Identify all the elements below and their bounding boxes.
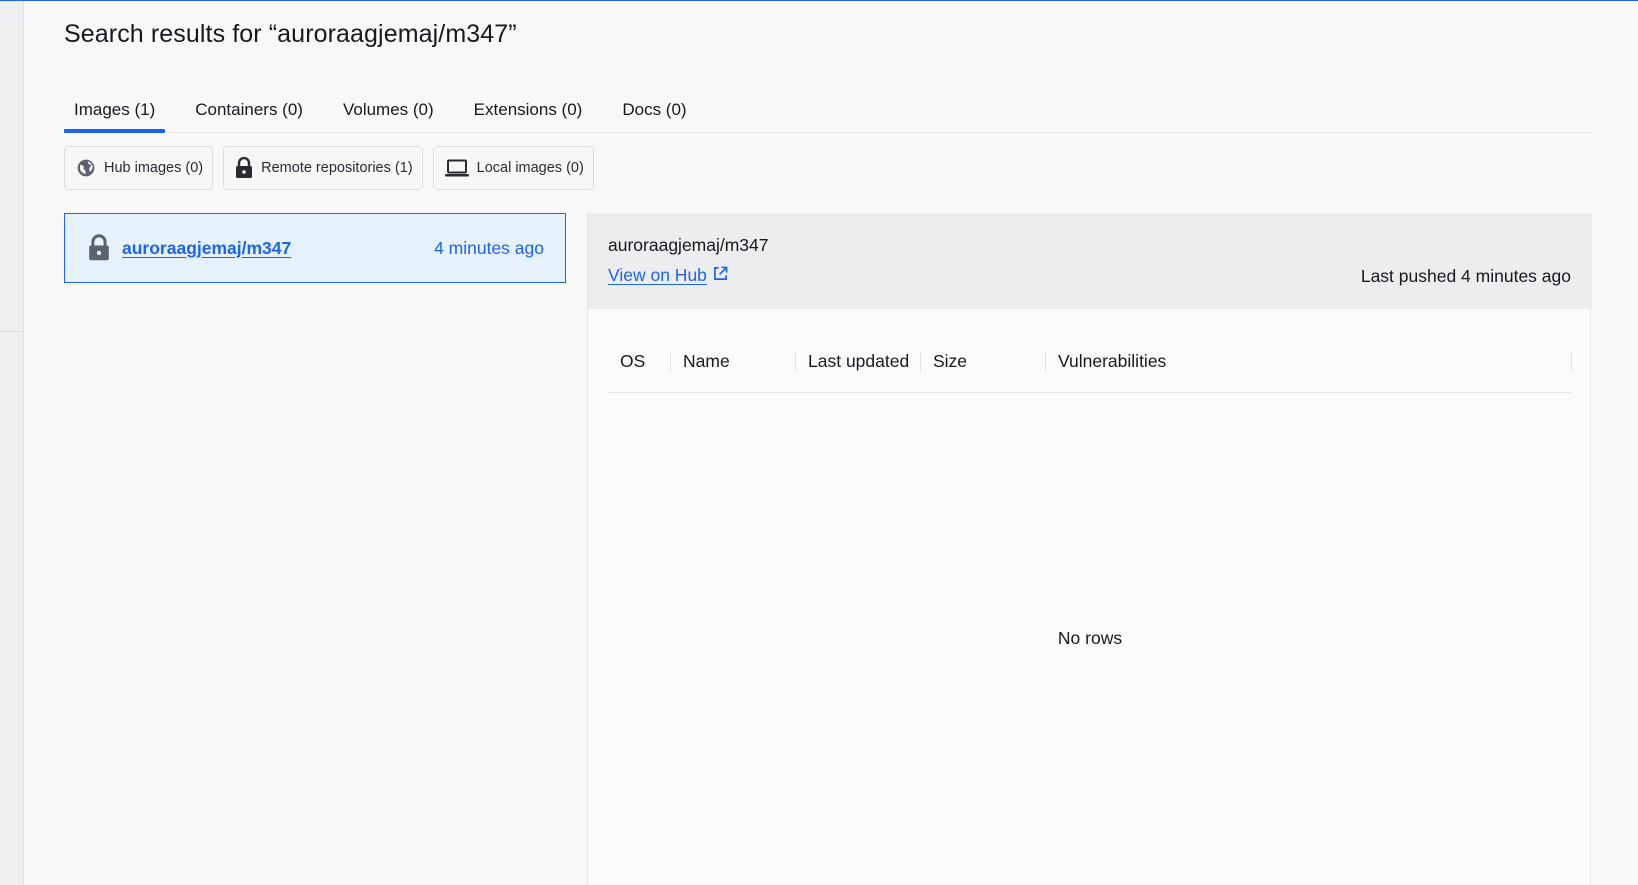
last-pushed-text: Last pushed 4 minutes ago <box>1360 266 1571 286</box>
page-title: Search results for “auroraagjemaj/m347” <box>64 20 517 48</box>
left-sidebar-rail <box>0 1 24 885</box>
empty-state-text: No rows <box>1057 628 1123 648</box>
local-images-filter-label: Local images (0) <box>476 160 584 176</box>
detail-repo-name: auroraagjemaj/m347 <box>608 235 769 255</box>
result-repo-link[interactable]: auroraagjemaj/m347 <box>122 238 291 259</box>
source-filters: Hub images (0) Remote repositories (1) L… <box>64 146 594 190</box>
globe-icon <box>76 158 96 178</box>
tags-table: OS Name Last updated Size Vulnerabilitie… <box>608 330 1572 885</box>
detail-header: auroraagjemaj/m347 View on Hub Last push… <box>588 213 1592 309</box>
tab-docs[interactable]: Docs (0) <box>612 92 696 132</box>
rail-divider <box>0 331 23 332</box>
remote-repositories-filter[interactable]: Remote repositories (1) <box>223 146 423 190</box>
lock-icon <box>235 157 253 179</box>
result-item[interactable]: auroraagjemaj/m347 4 minutes ago <box>64 213 566 283</box>
view-on-hub-label: View on Hub <box>608 265 707 285</box>
hub-images-filter[interactable]: Hub images (0) <box>64 146 214 190</box>
hub-images-filter-label: Hub images (0) <box>104 160 204 176</box>
tab-images[interactable]: Images (1) <box>64 92 166 133</box>
tab-volumes[interactable]: Volumes (0) <box>333 92 444 132</box>
top-accent-line <box>0 0 1638 1</box>
laptop-icon <box>444 159 469 177</box>
tab-containers[interactable]: Containers (0) <box>185 92 313 132</box>
empty-state: No rows <box>608 330 1572 885</box>
result-timestamp: 4 minutes ago <box>434 237 544 258</box>
repository-detail-panel: auroraagjemaj/m347 View on Hub Last push… <box>587 213 1592 885</box>
local-images-filter[interactable]: Local images (0) <box>432 146 594 190</box>
lock-icon <box>88 234 110 262</box>
external-link-icon <box>713 265 728 286</box>
remote-repositories-filter-label: Remote repositories (1) <box>261 160 413 176</box>
view-on-hub-link[interactable]: View on Hub <box>608 265 728 286</box>
tab-extensions[interactable]: Extensions (0) <box>464 92 593 132</box>
search-tabs: Images (1) Containers (0) Volumes (0) Ex… <box>64 92 1592 133</box>
